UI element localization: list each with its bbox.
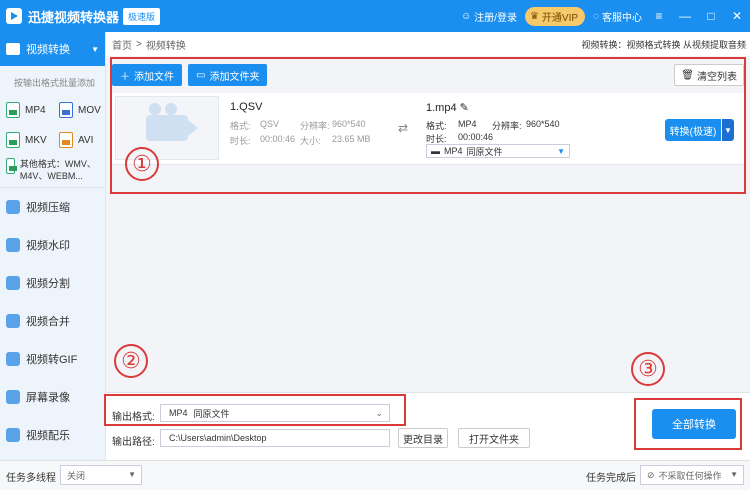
annotation-marker-2: ② [114, 344, 148, 378]
annotation-marker-1: ① [125, 147, 159, 181]
sidebar-item-label: 视频分割 [26, 278, 70, 290]
chevron-down-icon: ▼ [91, 44, 99, 54]
main-panel: 首页 > 视频转换 视频转换：视频格式转换 从视频提取音频 ＋ 添加文件 ▭ 添… [104, 32, 750, 460]
menu-icon[interactable]: ≡ [650, 9, 668, 23]
record-icon [6, 390, 20, 404]
sidebar-item-gif[interactable]: 视频转GIF [0, 340, 105, 378]
sidebar-item-watermark[interactable]: 视频水印 [0, 226, 105, 264]
output-path-label: 输出路径: [112, 437, 155, 448]
ban-icon: ⊘ [647, 469, 655, 480]
sidebar-item-label: 屏幕录像 [26, 392, 70, 404]
format-label: MKV [25, 134, 47, 146]
login-label: 注册/登录 [474, 12, 517, 24]
breadcrumb: 首页 > 视频转换 视频转换：视频格式转换 从视频提取音频 [106, 32, 750, 56]
sidebar-item-label: 视频转换 [26, 44, 70, 56]
output-settings: 输出格式: MP4 同原文件 ⌄ 输出路径: C:\Users\admin\De… [104, 392, 750, 460]
video-convert-icon [6, 43, 20, 55]
mkv-file-icon [6, 132, 20, 148]
change-dir-button[interactable]: 更改目录 [398, 428, 448, 448]
multithread-value: 关闭 [67, 470, 86, 481]
sidebar-item-compress[interactable]: 视频压缩 [0, 188, 105, 226]
format-mp4[interactable]: MP4 [6, 98, 59, 122]
breadcrumb-home[interactable]: 首页 [112, 37, 132, 52]
other-file-icon [6, 158, 17, 174]
mp4-file-icon [6, 102, 20, 118]
sidebar-item-label: 视频转GIF [26, 354, 78, 366]
format-mov[interactable]: MOV [59, 98, 112, 122]
other-formats-label: 其他格式：WMV、M4V、WEBM... [19, 159, 96, 181]
service-label: 客服中心 [602, 12, 642, 24]
sidebar-item-merge[interactable]: 视频合并 [0, 302, 105, 340]
compress-icon [6, 200, 20, 214]
output-path-field[interactable]: C:\Users\admin\Desktop [160, 429, 390, 447]
format-other[interactable]: 其他格式：WMV、M4V、WEBM... [0, 152, 105, 188]
annotation-marker-3: ③ [631, 352, 665, 386]
service-link[interactable]: ◌ 客服中心 [593, 9, 642, 24]
app-logo-icon [6, 8, 22, 24]
after-task-select[interactable]: ⊘ 不采取任何操作 ▼ [640, 465, 744, 485]
sidebar: 视频转换 ▼ 按输出格式批量添加 MP4 MOV MKV AVI 其他格式：WM… [0, 32, 106, 460]
gif-icon [6, 352, 20, 366]
sidebar-item-label: 视频合并 [26, 316, 70, 328]
format-label: MP4 [25, 104, 46, 116]
maximize-icon[interactable]: □ [702, 9, 720, 23]
sidebar-item-video-convert[interactable]: 视频转换 ▼ [0, 32, 105, 66]
close-icon[interactable]: ✕ [728, 9, 746, 23]
multithread-label: 任务多线程 [6, 473, 56, 484]
music-icon [6, 428, 20, 442]
format-avi[interactable]: AVI [59, 128, 112, 152]
mov-file-icon [59, 102, 73, 118]
sidebar-item-label: 视频配乐 [26, 430, 70, 442]
breadcrumb-current: 视频转换 [145, 40, 186, 52]
vip-label: 开通VIP [541, 12, 579, 24]
annotation-box-2 [104, 394, 406, 426]
watermark-icon [6, 238, 20, 252]
format-mkv[interactable]: MKV [6, 128, 59, 152]
sidebar-item-label: 视频压缩 [26, 202, 70, 214]
login-link[interactable]: ☺ 注册/登录 [461, 9, 517, 24]
chat-icon: ◌ [593, 10, 599, 22]
split-icon [6, 276, 20, 290]
format-hint: 按输出格式批量添加 [14, 78, 96, 88]
after-task-label: 任务完成后 [586, 473, 636, 484]
status-bar: 任务多线程 关闭 ▼ 任务完成后 ⊘ 不采取任何操作 ▼ [0, 460, 750, 490]
open-folder-button[interactable]: 打开文件夹 [458, 428, 530, 448]
vip-button[interactable]: ♛ 开通VIP [524, 6, 586, 26]
merge-icon [6, 314, 20, 328]
edition-badge: 极速版 [123, 7, 161, 25]
annotation-box-3 [634, 398, 742, 450]
breadcrumb-sep: > [136, 38, 142, 50]
after-task-value: 不采取任何操作 [658, 470, 722, 481]
avi-file-icon [59, 132, 73, 148]
sidebar-item-record[interactable]: 屏幕录像 [0, 378, 105, 416]
chevron-down-icon: ▼ [128, 470, 136, 479]
feature-description: 视频转换：视频格式转换 从视频提取音频 [581, 40, 746, 50]
sidebar-item-label: 视频水印 [26, 240, 70, 252]
minimize-icon[interactable]: — [676, 9, 694, 23]
sidebar-item-music[interactable]: 视频配乐 [0, 416, 105, 454]
user-icon: ☺ [460, 10, 472, 22]
sidebar-item-split[interactable]: 视频分割 [0, 264, 105, 302]
annotation-box-1 [110, 57, 746, 194]
format-label: AVI [78, 134, 94, 146]
title-bar: 迅捷视频转换器 极速版 ☺ 注册/登录 ♛ 开通VIP ◌ 客服中心 ≡ — □… [0, 0, 750, 32]
crown-icon: ♛ [529, 10, 539, 22]
app-title: 迅捷视频转换器 [28, 9, 120, 25]
format-label: MOV [78, 104, 101, 116]
chevron-down-icon: ▼ [730, 470, 738, 479]
multithread-select[interactable]: 关闭 ▼ [60, 465, 142, 485]
